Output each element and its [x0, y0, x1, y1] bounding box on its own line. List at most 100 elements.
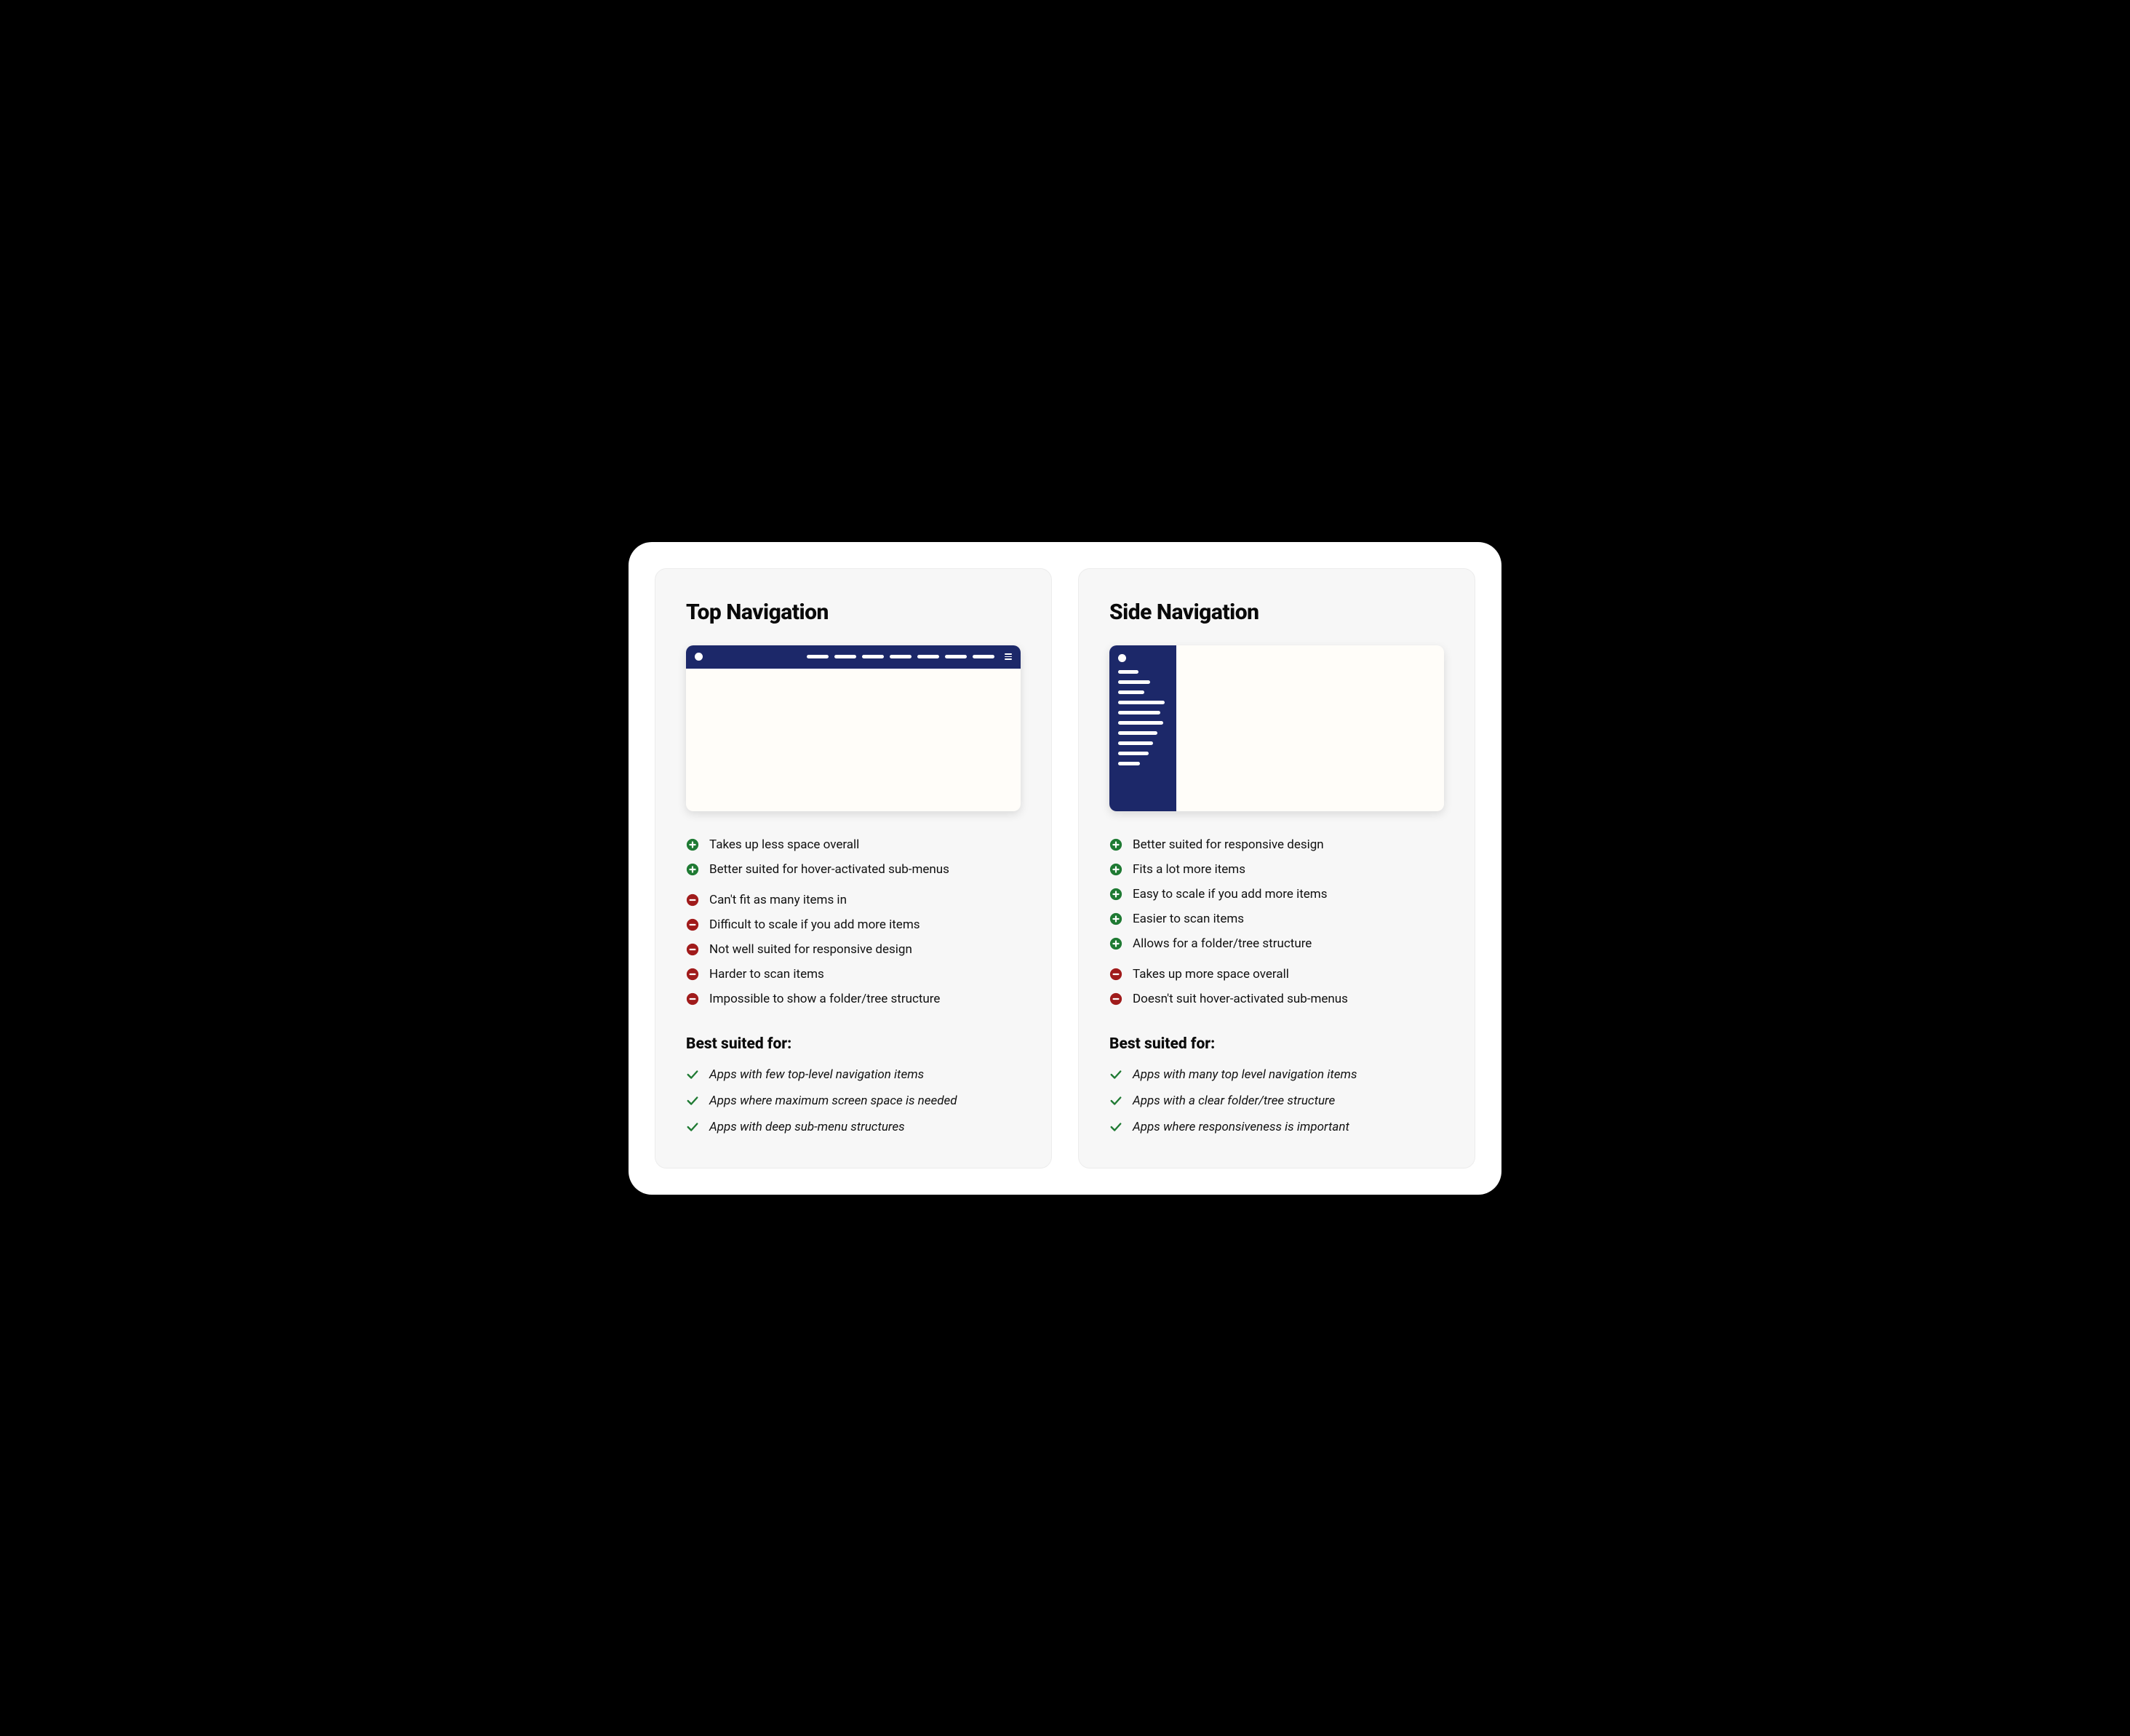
top-navigation-card: Top Navigation Takes up less space	[655, 568, 1052, 1168]
pro-item: Better suited for hover-activated sub-me…	[686, 862, 1021, 877]
pro-item: Easier to scan items	[1109, 912, 1444, 926]
minus-circle-icon	[1109, 968, 1122, 981]
con-text: Takes up more space overall	[1133, 967, 1289, 982]
check-icon	[1109, 1068, 1122, 1081]
pro-item: Allows for a folder/tree structure	[1109, 936, 1444, 951]
plus-circle-icon	[686, 838, 699, 851]
illustration-body	[1176, 645, 1444, 811]
pros-cons-list: Takes up less space overall Better suite…	[686, 837, 1021, 1006]
pros-group: Takes up less space overall Better suite…	[686, 837, 1021, 877]
nav-item-placeholder	[890, 655, 912, 658]
pro-text: Better suited for responsive design	[1133, 837, 1324, 852]
pro-item: Better suited for responsive design	[1109, 837, 1444, 852]
con-item: Impossible to show a folder/tree structu…	[686, 992, 1021, 1006]
best-suited-heading: Best suited for:	[686, 1035, 1021, 1053]
pro-text: Better suited for hover-activated sub-me…	[709, 862, 949, 877]
hamburger-icon	[1005, 653, 1012, 660]
nav-item-placeholder	[1118, 690, 1144, 694]
check-icon	[1109, 1094, 1122, 1107]
logo-dot-icon	[695, 653, 703, 661]
illustration-sidebar	[1109, 645, 1176, 811]
plus-circle-icon	[1109, 912, 1122, 925]
pro-item: Takes up less space overall	[686, 837, 1021, 852]
nav-item-placeholder	[1118, 721, 1163, 725]
pro-text: Allows for a folder/tree structure	[1133, 936, 1312, 951]
nav-item-placeholder	[807, 655, 829, 658]
pro-text: Takes up less space overall	[709, 837, 859, 852]
minus-circle-icon	[686, 918, 699, 931]
best-text: Apps with many top level navigation item…	[1133, 1067, 1357, 1082]
card-title: Side Navigation	[1109, 600, 1444, 625]
plus-circle-icon	[1109, 863, 1122, 876]
con-item: Takes up more space overall	[1109, 967, 1444, 982]
illustration-body	[686, 669, 1021, 811]
nav-item-placeholder	[1118, 752, 1149, 755]
best-text: Apps where maximum screen space is neede…	[709, 1094, 957, 1108]
check-icon	[1109, 1120, 1122, 1134]
check-icon	[686, 1094, 699, 1107]
illustration-navbar	[686, 645, 1021, 669]
top-nav-illustration	[686, 645, 1021, 811]
cons-group: Takes up more space overall Doesn't suit…	[1109, 967, 1444, 1006]
comparison-page: Top Navigation Takes up less space	[629, 542, 1501, 1195]
best-text: Apps with deep sub-menu structures	[709, 1120, 905, 1134]
side-navigation-card: Side Navigation Better sui	[1078, 568, 1475, 1168]
pro-item: Fits a lot more items	[1109, 862, 1444, 877]
minus-circle-icon	[686, 992, 699, 1006]
best-item: Apps with many top level navigation item…	[1109, 1067, 1444, 1082]
minus-circle-icon	[1109, 992, 1122, 1006]
plus-circle-icon	[1109, 937, 1122, 950]
nav-item-placeholder	[1118, 741, 1153, 745]
nav-item-placeholder	[862, 655, 884, 658]
best-text: Apps where responsiveness is important	[1133, 1120, 1349, 1134]
nav-item-placeholder	[1118, 711, 1160, 714]
con-text: Harder to scan items	[709, 967, 824, 982]
nav-item-placeholder	[834, 655, 856, 658]
con-item: Not well suited for responsive design	[686, 942, 1021, 957]
pro-item: Easy to scale if you add more items	[1109, 887, 1444, 901]
nav-item-placeholder	[1118, 762, 1140, 765]
con-text: Impossible to show a folder/tree structu…	[709, 992, 940, 1006]
cons-group: Can't fit as many items in Difficult to …	[686, 893, 1021, 1006]
pro-text: Easy to scale if you add more items	[1133, 887, 1327, 901]
nav-item-placeholder	[1118, 680, 1150, 684]
con-item: Harder to scan items	[686, 967, 1021, 982]
con-text: Doesn't suit hover-activated sub-menus	[1133, 992, 1348, 1006]
best-item: Apps with deep sub-menu structures	[686, 1120, 1021, 1134]
con-item: Doesn't suit hover-activated sub-menus	[1109, 992, 1444, 1006]
nav-item-placeholder	[1118, 731, 1157, 735]
pro-text: Fits a lot more items	[1133, 862, 1245, 877]
con-text: Difficult to scale if you add more items	[709, 917, 920, 932]
best-text: Apps with few top-level navigation items	[709, 1067, 924, 1082]
con-text: Not well suited for responsive design	[709, 942, 912, 957]
best-text: Apps with a clear folder/tree structure	[1133, 1094, 1335, 1108]
best-item: Apps with few top-level navigation items	[686, 1067, 1021, 1082]
pros-cons-list: Better suited for responsive design Fits…	[1109, 837, 1444, 1006]
plus-circle-icon	[1109, 888, 1122, 901]
con-item: Difficult to scale if you add more items	[686, 917, 1021, 932]
check-icon	[686, 1120, 699, 1134]
nav-item-placeholder	[945, 655, 967, 658]
nav-item-placeholder	[1118, 701, 1165, 704]
best-suited-list: Apps with many top level navigation item…	[1109, 1067, 1444, 1134]
plus-circle-icon	[1109, 838, 1122, 851]
con-item: Can't fit as many items in	[686, 893, 1021, 907]
best-item: Apps where responsiveness is important	[1109, 1120, 1444, 1134]
minus-circle-icon	[686, 968, 699, 981]
con-text: Can't fit as many items in	[709, 893, 847, 907]
logo-dot-icon	[1118, 654, 1126, 662]
minus-circle-icon	[686, 893, 699, 907]
nav-item-placeholder	[917, 655, 939, 658]
check-icon	[686, 1068, 699, 1081]
best-suited-heading: Best suited for:	[1109, 1035, 1444, 1053]
plus-circle-icon	[686, 863, 699, 876]
pro-text: Easier to scan items	[1133, 912, 1244, 926]
nav-item-placeholder	[1118, 670, 1138, 674]
best-item: Apps with a clear folder/tree structure	[1109, 1094, 1444, 1108]
pros-group: Better suited for responsive design Fits…	[1109, 837, 1444, 951]
card-title: Top Navigation	[686, 600, 1021, 625]
minus-circle-icon	[686, 943, 699, 956]
side-nav-illustration	[1109, 645, 1444, 811]
nav-item-placeholder	[973, 655, 994, 658]
best-item: Apps where maximum screen space is neede…	[686, 1094, 1021, 1108]
